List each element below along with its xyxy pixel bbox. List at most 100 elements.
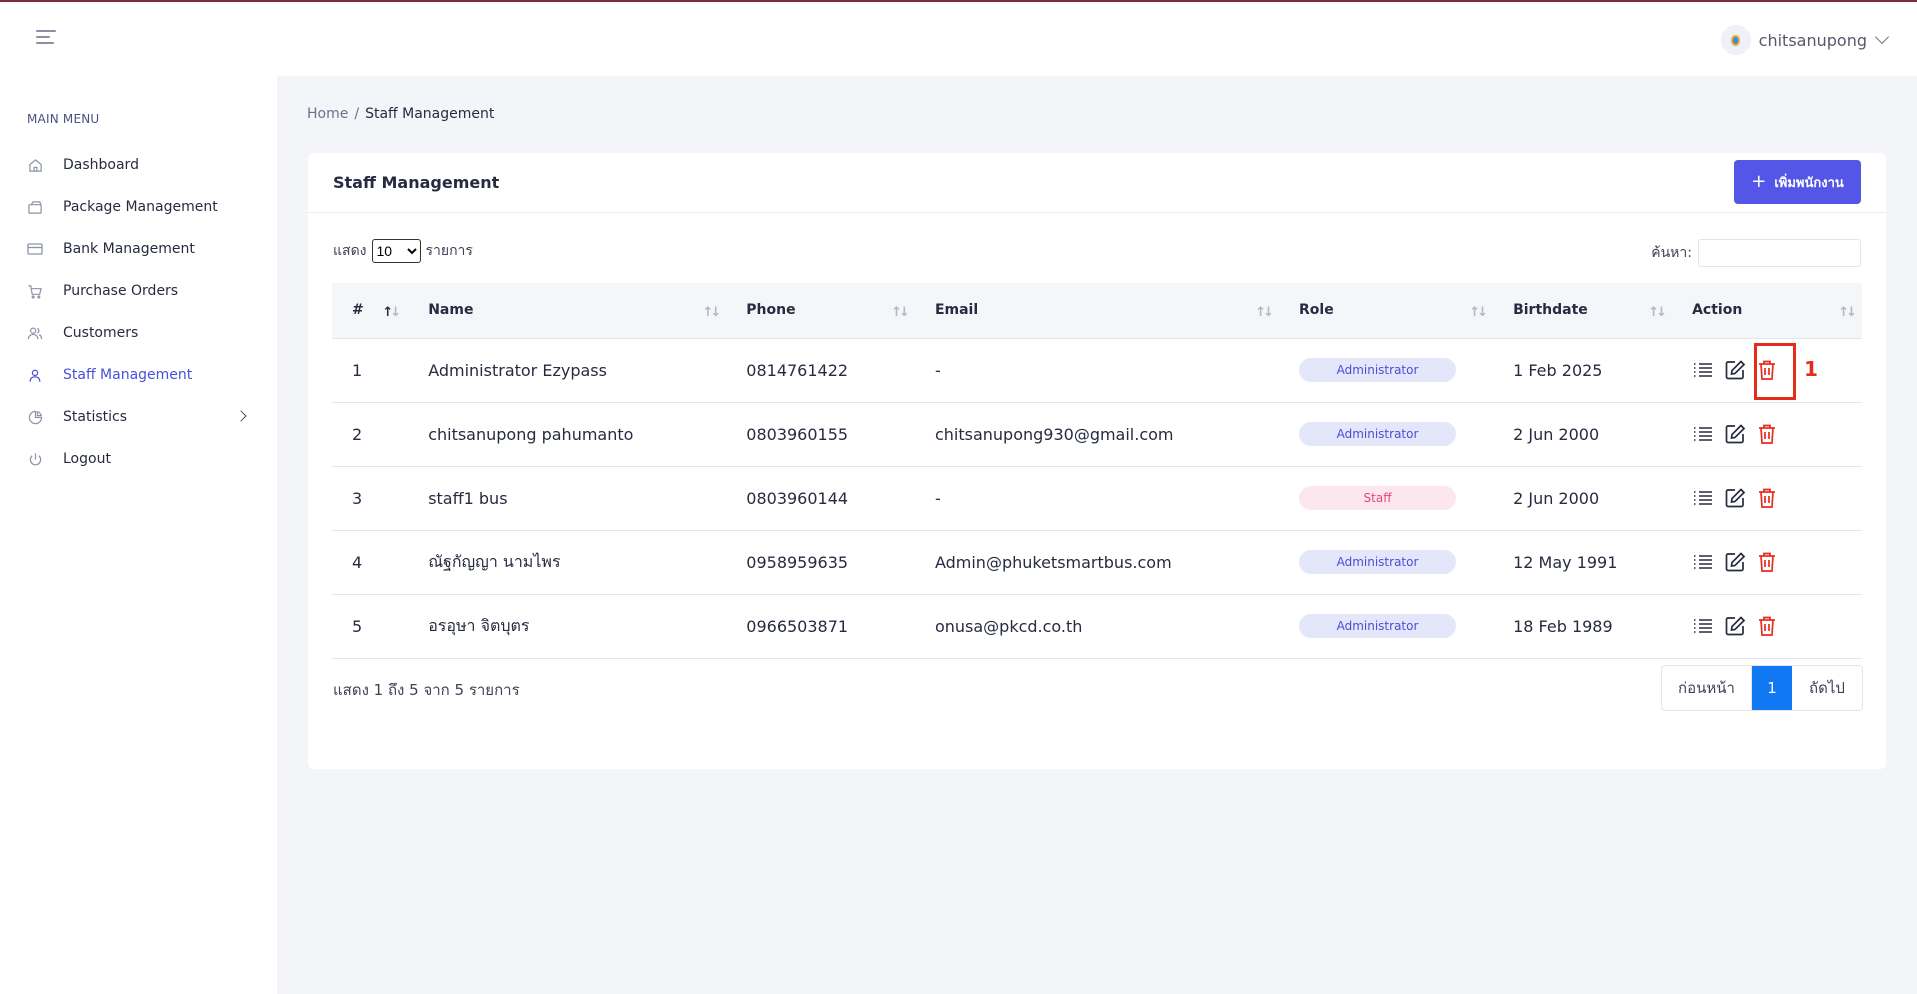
column-header-label: Phone bbox=[746, 302, 796, 319]
cell-name: ณัฐกัญญา นามไพร bbox=[408, 530, 727, 595]
sidebar-item-package-management[interactable]: Package Management bbox=[0, 186, 277, 228]
search-input[interactable] bbox=[1698, 239, 1861, 267]
cell-email: chitsanupong930@gmail.com bbox=[914, 402, 1279, 467]
sort-icon: ↑↓ bbox=[891, 305, 910, 320]
plus-icon: + bbox=[1751, 171, 1767, 192]
edit-icon[interactable] bbox=[1724, 359, 1746, 381]
view-details-icon[interactable] bbox=[1692, 551, 1714, 573]
view-details-icon[interactable] bbox=[1692, 359, 1714, 381]
cell-birthdate: 2 Jun 2000 bbox=[1493, 402, 1673, 467]
user-menu[interactable]: chitsanupong bbox=[1720, 24, 1890, 56]
top-header: chitsanupong bbox=[0, 2, 1917, 76]
view-details-icon[interactable] bbox=[1692, 487, 1714, 509]
sidebar-item-logout[interactable]: Logout bbox=[0, 438, 277, 480]
home-icon bbox=[27, 157, 43, 173]
cell-no: 2 bbox=[332, 402, 409, 467]
sidebar-item-customers[interactable]: Customers bbox=[0, 312, 277, 354]
add-staff-button[interactable]: + เพิ่มพนักงาน bbox=[1734, 160, 1861, 204]
delete-icon[interactable] bbox=[1756, 615, 1778, 637]
card-icon bbox=[27, 241, 43, 257]
column-header-birthdate[interactable]: Birthdate ↑↓ bbox=[1493, 283, 1673, 339]
pie-chart-icon bbox=[27, 409, 43, 425]
cell-email: Admin@phuketsmartbus.com bbox=[914, 530, 1279, 595]
cell-role: Administrator bbox=[1279, 594, 1494, 659]
sidebar-item-label: Bank Management bbox=[63, 241, 195, 257]
edit-icon[interactable] bbox=[1724, 423, 1746, 445]
cell-actions bbox=[1672, 402, 1862, 467]
cell-actions bbox=[1672, 530, 1862, 595]
table-row: 5 อรอุษา จิตบุตร 0966503871 onusa@pkcd.co.t… bbox=[332, 594, 1862, 659]
pagination: ก่อนหน้า 1 ถัดไป bbox=[1661, 665, 1863, 711]
page-1-button[interactable]: 1 bbox=[1752, 666, 1792, 710]
sidebar-item-statistics[interactable]: Statistics bbox=[0, 396, 277, 438]
column-header-label: Role bbox=[1299, 302, 1334, 319]
sidebar: MAIN MENU Dashboard Package Management Ban… bbox=[0, 76, 277, 994]
page-size-select[interactable]: 10 bbox=[371, 239, 421, 263]
cell-phone: 0803960155 bbox=[726, 402, 915, 467]
search-label: ค้นหา: bbox=[1651, 245, 1692, 261]
cart-icon bbox=[27, 283, 43, 299]
sidebar-item-label: Purchase Orders bbox=[63, 283, 179, 299]
cell-role: Administrator bbox=[1279, 402, 1494, 467]
breadcrumb-home-link[interactable]: Home bbox=[307, 106, 348, 122]
delete-icon[interactable] bbox=[1756, 487, 1778, 509]
sidebar-item-bank-management[interactable]: Bank Management bbox=[0, 228, 277, 270]
menu-section-title: MAIN MENU bbox=[27, 112, 100, 126]
cell-birthdate: 12 May 1991 bbox=[1493, 530, 1673, 595]
menu-toggle-icon[interactable] bbox=[36, 30, 56, 46]
column-header-name[interactable]: Name ↑↓ bbox=[408, 283, 727, 339]
table-row: 2 chitsanupong pahumanto 0803960155 chitsan… bbox=[332, 402, 1862, 467]
edit-icon[interactable] bbox=[1724, 487, 1746, 509]
sidebar-item-staff-management[interactable]: Staff Management bbox=[0, 354, 277, 396]
sort-icon: ↑↓ bbox=[1469, 305, 1488, 320]
column-header-phone[interactable]: Phone ↑↓ bbox=[726, 283, 915, 339]
show-suffix: รายการ bbox=[425, 243, 473, 259]
column-header-number[interactable]: # ↑↓ bbox=[332, 283, 409, 339]
sidebar-item-dashboard[interactable]: Dashboard bbox=[0, 144, 277, 186]
table-info: แสดง 1 ถึง 5 จาก 5 รายการ bbox=[333, 681, 520, 699]
table-row: 1 Administrator Ezypass 0814761422- Adminis… bbox=[332, 338, 1862, 403]
view-details-icon[interactable] bbox=[1692, 423, 1714, 445]
cell-role: Administrator bbox=[1279, 338, 1494, 403]
sort-icon: ↑↓ bbox=[1838, 305, 1857, 320]
cell-actions bbox=[1672, 466, 1862, 531]
sort-icon: ↑↓ bbox=[702, 305, 721, 320]
table-header-row: # ↑↓ Name ↑↓ Phone ↑↓ Email ↑↓ Role ↑↓ Birthdate ↑↓… bbox=[332, 283, 1862, 339]
delete-icon[interactable] bbox=[1756, 423, 1778, 445]
chevron-down-icon bbox=[1874, 29, 1890, 45]
cell-name: staff1 bus bbox=[408, 466, 727, 531]
column-header-label: Email bbox=[934, 302, 979, 319]
cell-phone: 0814761422 bbox=[726, 338, 915, 403]
cell-no: 4 bbox=[332, 530, 409, 595]
cell-name: อรอุษา จิตบุตร bbox=[408, 594, 727, 659]
column-header-label: Name bbox=[428, 302, 474, 319]
sort-icon: ↑↓ bbox=[1255, 305, 1274, 320]
previous-page-button[interactable]: ก่อนหน้า bbox=[1662, 666, 1752, 710]
cell-no: 3 bbox=[332, 466, 409, 531]
view-details-icon[interactable] bbox=[1692, 615, 1714, 637]
table-body: 1 Administrator Ezypass 0814761422- Adminis… bbox=[332, 338, 1862, 659]
column-header-action[interactable]: Action ↑↓ bbox=[1672, 283, 1862, 339]
cell-phone: 0958959635 bbox=[726, 530, 915, 595]
staff-card: Staff Management + เพิ่มพนักงาน แสดง 10 … bbox=[308, 153, 1886, 769]
chevron-right-icon bbox=[235, 410, 247, 422]
page-title: Staff Management bbox=[333, 173, 500, 192]
sidebar-item-label: Staff Management bbox=[63, 367, 193, 383]
column-header-email[interactable]: Email ↑↓ bbox=[914, 283, 1279, 339]
role-badge: Staff bbox=[1299, 486, 1456, 510]
page-size-control: แสดง 10 รายการ bbox=[333, 239, 473, 263]
edit-icon[interactable] bbox=[1724, 615, 1746, 637]
edit-icon[interactable] bbox=[1724, 551, 1746, 573]
role-badge: Administrator bbox=[1299, 614, 1456, 638]
show-label: แสดง bbox=[333, 243, 367, 259]
column-header-role[interactable]: Role ↑↓ bbox=[1279, 283, 1494, 339]
sidebar-item-label: Logout bbox=[63, 451, 111, 467]
breadcrumb-current: Staff Management bbox=[365, 106, 495, 122]
cell-birthdate: 18 Feb 1989 bbox=[1493, 594, 1673, 659]
breadcrumb: Home / Staff Management bbox=[307, 106, 494, 122]
sidebar-item-purchase-orders[interactable]: Purchase Orders bbox=[0, 270, 277, 312]
delete-icon[interactable] bbox=[1756, 551, 1778, 573]
cell-no: 1 bbox=[332, 338, 409, 403]
role-badge: Administrator bbox=[1299, 358, 1456, 382]
next-page-button[interactable]: ถัดไป bbox=[1792, 666, 1862, 710]
